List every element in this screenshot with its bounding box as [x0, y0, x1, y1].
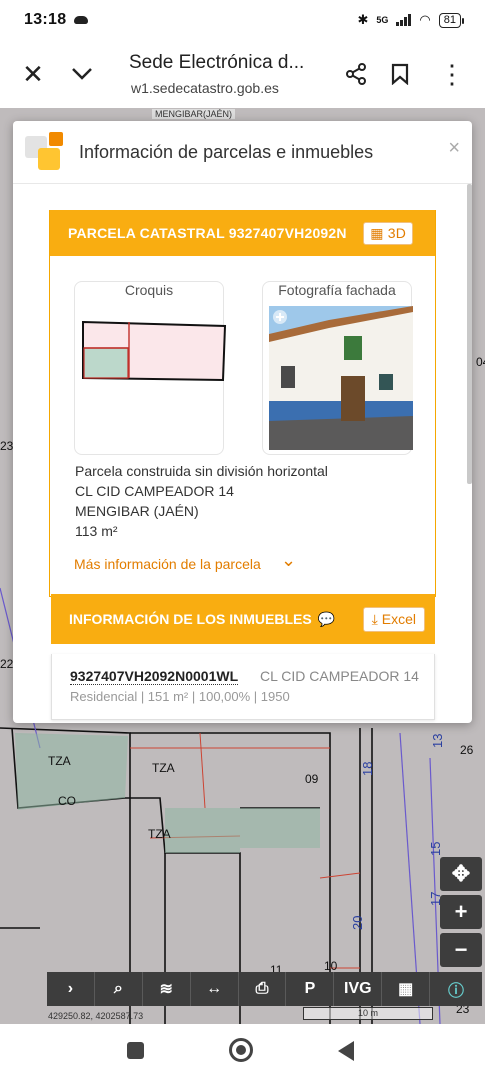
- view-3d-label: 3D: [387, 225, 406, 241]
- property-details: Residencial | 151 m² | 100,00% | 1950: [70, 689, 290, 704]
- map-label: CO: [58, 794, 76, 808]
- more-menu-icon[interactable]: ⋮: [432, 54, 472, 94]
- chevron-down-icon[interactable]: [62, 54, 102, 94]
- chevron-right-icon[interactable]: ›: [47, 972, 95, 1006]
- export-excel-button[interactable]: ⤓ Excel: [362, 606, 425, 632]
- bluetooth-icon: ✱: [357, 12, 369, 27]
- dialog-scrollbar[interactable]: [467, 184, 472, 484]
- home-button[interactable]: [229, 1038, 253, 1062]
- page-title: Sede Electrónica d...: [129, 52, 305, 73]
- parcel-area: 113 m²: [75, 523, 118, 539]
- export-excel-label: Excel: [381, 610, 416, 627]
- zoom-in-button[interactable]: +: [440, 895, 482, 929]
- page-url[interactable]: w1.sedecatastro.gob.es: [131, 80, 279, 96]
- parcel-panel: PARCELA CATASTRAL 9327407VH2092N ▦ 3D Cr…: [49, 210, 436, 597]
- parcel-icon[interactable]: P: [286, 972, 335, 1006]
- parcel-type: Parcela construida sin división horizont…: [75, 463, 328, 479]
- parcel-sketch: [82, 320, 227, 382]
- parcel-info-dialog: Información de parcelas e inmuebles × PA…: [13, 121, 472, 723]
- map-label: 10: [324, 959, 338, 973]
- croquis-card[interactable]: Croquis: [74, 281, 227, 455]
- facade-photo-caption: Fotografía fachada: [278, 282, 396, 298]
- map-label: 04: [476, 355, 485, 369]
- download-icon: ⤓: [371, 610, 378, 627]
- map-label: 20: [350, 916, 365, 930]
- cubes-icon[interactable]: ▦: [382, 972, 431, 1006]
- back-button[interactable]: [338, 1041, 354, 1061]
- properties-title: INFORMACIÓN DE LOS INMUEBLES: [69, 611, 312, 627]
- locate-icon[interactable]: ✥: [440, 857, 482, 891]
- zoom-out-button[interactable]: −: [440, 933, 482, 967]
- chevron-down-icon[interactable]: ⌄: [281, 550, 296, 571]
- map-toolbar: › ⌕ ≋ ↔ ⎙ P IVG ▦ ⓘ: [47, 972, 482, 1006]
- view-3d-button[interactable]: ▦ 3D: [363, 221, 413, 245]
- close-icon[interactable]: ✕: [13, 54, 53, 94]
- more-parcel-info-link[interactable]: Más información de la parcela: [74, 556, 261, 572]
- wms-button[interactable]: IVG: [334, 972, 383, 1006]
- cloud-icon: [74, 16, 89, 24]
- catastro-logo: [25, 132, 65, 172]
- network-label: 5G: [376, 15, 389, 25]
- bookmark-icon[interactable]: [380, 54, 420, 94]
- croquis-caption: Croquis: [124, 282, 174, 298]
- property-row[interactable]: 9327407VH2092N0001WL CL CID CAMPEADOR 14…: [51, 654, 435, 720]
- map-label: TZA: [148, 827, 171, 841]
- parcel-panel-header: PARCELA CATASTRAL 9327407VH2092N ▦ 3D: [50, 210, 435, 256]
- status-bar: 13:18 ✱ 5G ◠ 81: [0, 0, 485, 40]
- browser-toolbar: ✕ Sede Electrónica d... w1.sedecatastro.…: [0, 40, 485, 108]
- map-label: TZA: [48, 754, 71, 768]
- map-label: 23: [0, 439, 14, 453]
- property-address: CL CID CAMPEADOR 14: [260, 668, 419, 684]
- map-label: 22: [0, 657, 14, 671]
- battery-icon: 81: [438, 12, 465, 28]
- share-icon[interactable]: [336, 54, 376, 94]
- dialog-close-button[interactable]: ×: [448, 137, 460, 160]
- measure-icon[interactable]: ↔: [191, 972, 239, 1006]
- dialog-title: Información de parcelas e inmuebles: [79, 142, 374, 162]
- map-label: 15: [428, 842, 443, 856]
- facade-photo: [269, 306, 413, 450]
- parcel-panel-body: Croquis Fotografía fachada Parcela const…: [50, 256, 435, 596]
- properties-panel: INFORMACIÓN DE LOS INMUEBLES 💬 ⤓ Excel 9…: [51, 594, 435, 720]
- properties-panel-header: INFORMACIÓN DE LOS INMUEBLES 💬 ⤓ Excel: [51, 594, 435, 644]
- parcel-info: Parcela construida sin división horizont…: [75, 461, 328, 541]
- facade-photo-card[interactable]: Fotografía fachada: [262, 281, 413, 455]
- info-icon[interactable]: ⓘ: [430, 972, 482, 1006]
- status-time: 13:18: [24, 11, 67, 28]
- map-label: TZA: [152, 761, 175, 775]
- wifi-icon: ◠: [419, 12, 431, 27]
- map-label: 26: [460, 743, 474, 757]
- recent-apps-button[interactable]: [127, 1042, 144, 1059]
- dialog-header: Información de parcelas e inmuebles ×: [13, 121, 472, 184]
- cubes-icon: ▦: [370, 224, 384, 241]
- search-icon[interactable]: ⌕: [95, 972, 143, 1006]
- property-reference[interactable]: 9327407VH2092N0001WL: [70, 668, 239, 685]
- map-label: 13: [430, 734, 445, 748]
- parcel-municipality: MENGIBAR (JAÉN): [75, 503, 199, 519]
- map-label: 18: [360, 762, 375, 776]
- comment-icon: 💬: [317, 610, 336, 627]
- map-coordinates: 429250.82, 4202587.73: [48, 1011, 144, 1021]
- layers-icon[interactable]: ≋: [143, 972, 191, 1006]
- parcel-reference-title: PARCELA CATASTRAL 9327407VH2092N: [68, 225, 347, 241]
- map-label: 09: [305, 772, 319, 786]
- status-icons: ✱ 5G ◠ 81: [357, 12, 465, 28]
- system-navigation-bar: [0, 1024, 485, 1080]
- signal-icon: [396, 14, 412, 26]
- map-scale: 10 m: [303, 1007, 433, 1020]
- parcel-address: CL CID CAMPEADOR 14: [75, 483, 234, 499]
- map-municipality-label: MENGIBAR(JAÉN): [152, 109, 236, 119]
- print-icon[interactable]: ⎙: [239, 972, 287, 1006]
